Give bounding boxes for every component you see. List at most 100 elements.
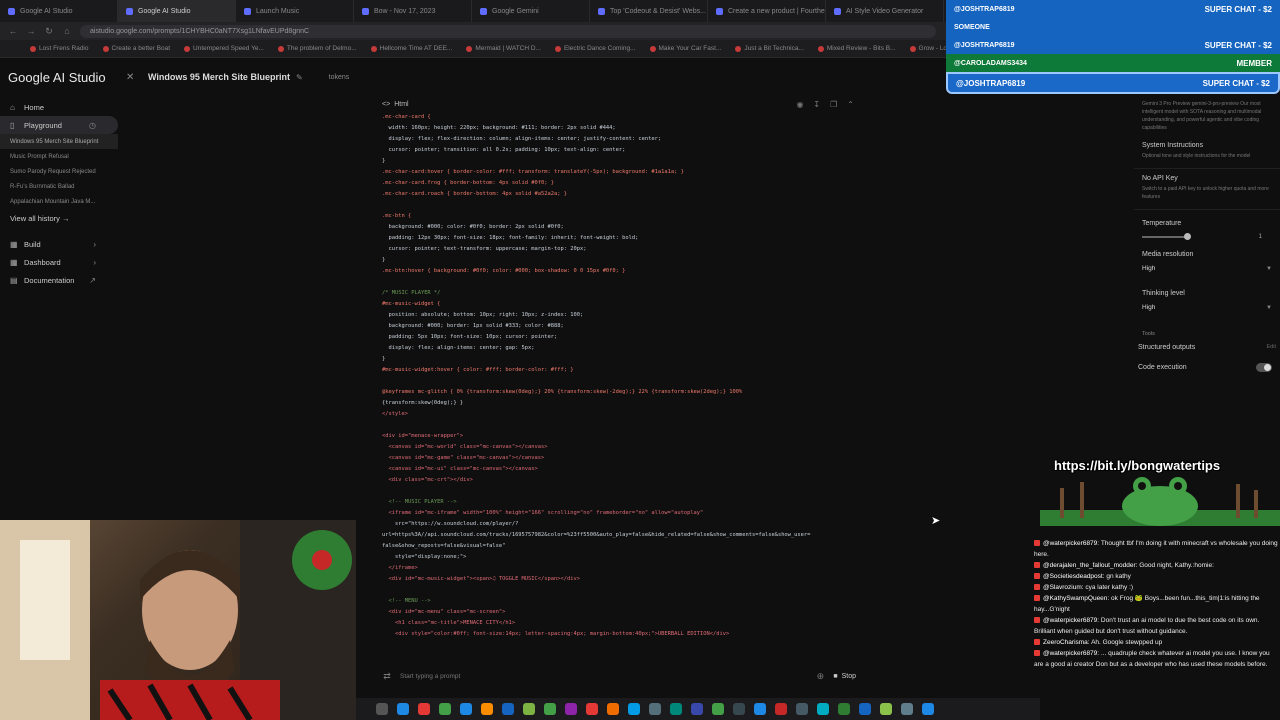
bookmark-item[interactable]: Make Your Car Fast... (649, 45, 721, 52)
browser-tab[interactable]: Google AI Studio (0, 0, 118, 22)
taskbar-app-icon[interactable] (796, 703, 808, 715)
system-instructions-card[interactable]: System Instructions Optional tone and st… (1134, 136, 1280, 169)
slider-track[interactable] (1142, 233, 1191, 240)
stop-button[interactable]: ■ Stop (833, 673, 856, 680)
edit-pencil-icon[interactable]: ✎ (296, 73, 303, 82)
sidebar-item-dashboard[interactable]: ▦ Dashboard › (0, 253, 118, 271)
media-resolution-select[interactable]: High ▼ (1142, 263, 1272, 274)
taskbar-app-icon[interactable] (754, 703, 766, 715)
taskbar-app-icon[interactable] (859, 703, 871, 715)
forward-icon[interactable]: → (26, 26, 36, 36)
reload-icon[interactable]: ↻ (44, 26, 54, 37)
bookmark-item[interactable]: Create a better Boat (102, 45, 170, 52)
browser-tab[interactable]: Top 'Codeout & Desist' Webs... (590, 0, 708, 22)
structured-outputs-row[interactable]: Structured outputs Edit (1134, 337, 1280, 357)
view-all-history-link[interactable]: View all history → (0, 209, 118, 227)
collapse-icon[interactable]: ⌃ (847, 100, 854, 109)
sidebar-item-home[interactable]: ⌂ Home (0, 98, 118, 116)
prompt-input[interactable]: Start typing a prompt (400, 673, 807, 680)
sidebar-item-playground[interactable]: ▯ Playground ◷ (0, 116, 118, 134)
browser-tab[interactable]: Google AI Studio (118, 0, 236, 22)
home-icon[interactable]: ⌂ (62, 26, 72, 36)
preview-icon[interactable]: ◉ (796, 100, 803, 109)
taskbar-app-icon[interactable] (502, 703, 514, 715)
temperature-value[interactable]: 1 (1259, 234, 1262, 240)
webcam-feed (0, 520, 356, 720)
taskbar-app-icon[interactable] (712, 703, 724, 715)
sidebar-item-build[interactable]: ▦ Build › (0, 235, 118, 253)
history-item[interactable]: Appalachian Mountain Java M... (0, 194, 118, 209)
taskbar-app-icon[interactable] (439, 703, 451, 715)
collapse-sidebar-icon[interactable]: ✕ (126, 72, 138, 83)
browser-tab[interactable]: Bow - Nov 17, 2023 (354, 0, 472, 22)
back-icon[interactable]: ← (8, 26, 18, 36)
taskbar-app-icon[interactable] (607, 703, 619, 715)
taskbar-app-icon[interactable] (649, 703, 661, 715)
taskbar-app-icon[interactable] (775, 703, 787, 715)
taskbar-app-icon[interactable] (376, 703, 388, 715)
youtube-badge-icon (1034, 650, 1040, 657)
bookmark-icon (30, 45, 36, 52)
taskbar-app-icon[interactable] (922, 703, 934, 715)
favicon-icon (598, 7, 605, 15)
structured-outputs-edit[interactable]: Edit (1267, 344, 1276, 350)
taskbar-app-icon[interactable] (523, 703, 535, 715)
history-icon[interactable]: ◷ (89, 121, 96, 130)
slider-knob[interactable] (1184, 233, 1191, 240)
browser-tab[interactable]: AI Style Video Generator (826, 0, 944, 22)
app-logo[interactable]: Google AI Studio (8, 70, 118, 85)
code-lines[interactable]: .mc-char-card { width: 160px; height: 22… (376, 112, 862, 640)
code-execution-row[interactable]: Code execution (1134, 357, 1280, 377)
bookmark-item[interactable]: Mixed Review - Bits B... (817, 45, 896, 52)
bookmark-item[interactable]: Lost Frens Radio (30, 45, 89, 52)
taskbar-app-icon[interactable] (544, 703, 556, 715)
taskbar-app-icon[interactable] (691, 703, 703, 715)
browser-tab[interactable]: Launch Music (236, 0, 354, 22)
taskbar-app-icon[interactable] (880, 703, 892, 715)
bookmark-item[interactable]: Electric Dance Coming... (554, 45, 636, 52)
project-title[interactable]: Windows 95 Merch Site Blueprint (148, 72, 290, 82)
taskbar-app-icon[interactable] (628, 703, 640, 715)
taskbar-app-icon[interactable] (481, 703, 493, 715)
taskbar-app-icon[interactable] (565, 703, 577, 715)
history-item[interactable]: R-Fu's Burnmatic Ballad (0, 179, 118, 194)
temperature-slider[interactable]: 1 (1134, 233, 1280, 241)
taskbar-app-icon[interactable] (670, 703, 682, 715)
bookmark-icon (735, 45, 742, 52)
browser-tab-label: Google Gemini (492, 7, 539, 15)
copy-icon[interactable]: ❐ (830, 100, 837, 109)
url-field[interactable]: aistudio.google.com/prompts/1CHYBHC0aNT7… (80, 24, 936, 38)
taskbar-app-icon[interactable] (397, 703, 409, 715)
history-item[interactable]: Windows 95 Merch Site Blueprint (0, 134, 118, 149)
sidebar-item-documentation[interactable]: ▤ Documentation ↗ (0, 271, 118, 289)
taskbar-app-icon[interactable] (838, 703, 850, 715)
bookmark-item[interactable]: The problem of Delmo... (277, 45, 357, 52)
code-execution-toggle[interactable] (1256, 362, 1272, 372)
api-key-card[interactable]: No API Key Switch to a paid API key to u… (1134, 169, 1280, 210)
bookmark-item[interactable]: Hellcome Time AT DEE... (370, 45, 452, 52)
taskbar-app-icon[interactable] (733, 703, 745, 715)
super-chat-user: @CAROLADAMS3434 (954, 59, 1027, 67)
download-icon[interactable]: ↧ (813, 100, 820, 109)
browser-tab[interactable]: Create a new product | Fourthe... (708, 0, 826, 22)
temperature-label: Temperature (1142, 220, 1182, 227)
bookmark-item[interactable]: Just a Bit Technica... (735, 45, 804, 52)
code-line: false&show_reposts=false&visual=false" (382, 543, 506, 549)
taskbar-app-icon[interactable] (817, 703, 829, 715)
bookmark-item[interactable]: Untempered Speed Ye... (184, 45, 264, 52)
taskbar-app-icon[interactable] (586, 703, 598, 715)
add-media-icon[interactable]: ⊕ (815, 671, 825, 682)
history-item[interactable]: Sumo Parody Request Rejected (0, 164, 118, 179)
bookmark-item[interactable]: Grow - Lodgie Ma... (909, 45, 946, 52)
browser-tab[interactable]: Google Gemini (472, 0, 590, 22)
taskbar-app-icon[interactable] (460, 703, 472, 715)
model-description[interactable]: Gemini 3 Pro Preview gemini-3-pro-previe… (1134, 96, 1280, 136)
thinking-level-select[interactable]: High ▼ (1142, 302, 1272, 313)
history-item[interactable]: Music Prompt Refusal (0, 149, 118, 164)
attach-icon[interactable]: ⇄ (382, 671, 392, 682)
taskbar-app-icon[interactable] (418, 703, 430, 715)
code-line: <!-- MUSIC PLAYER --> (382, 499, 457, 505)
super-chat-user: SOMEONE (954, 23, 990, 31)
taskbar-app-icon[interactable] (901, 703, 913, 715)
bookmark-item[interactable]: Mermaid | WATCH D... (466, 45, 541, 52)
